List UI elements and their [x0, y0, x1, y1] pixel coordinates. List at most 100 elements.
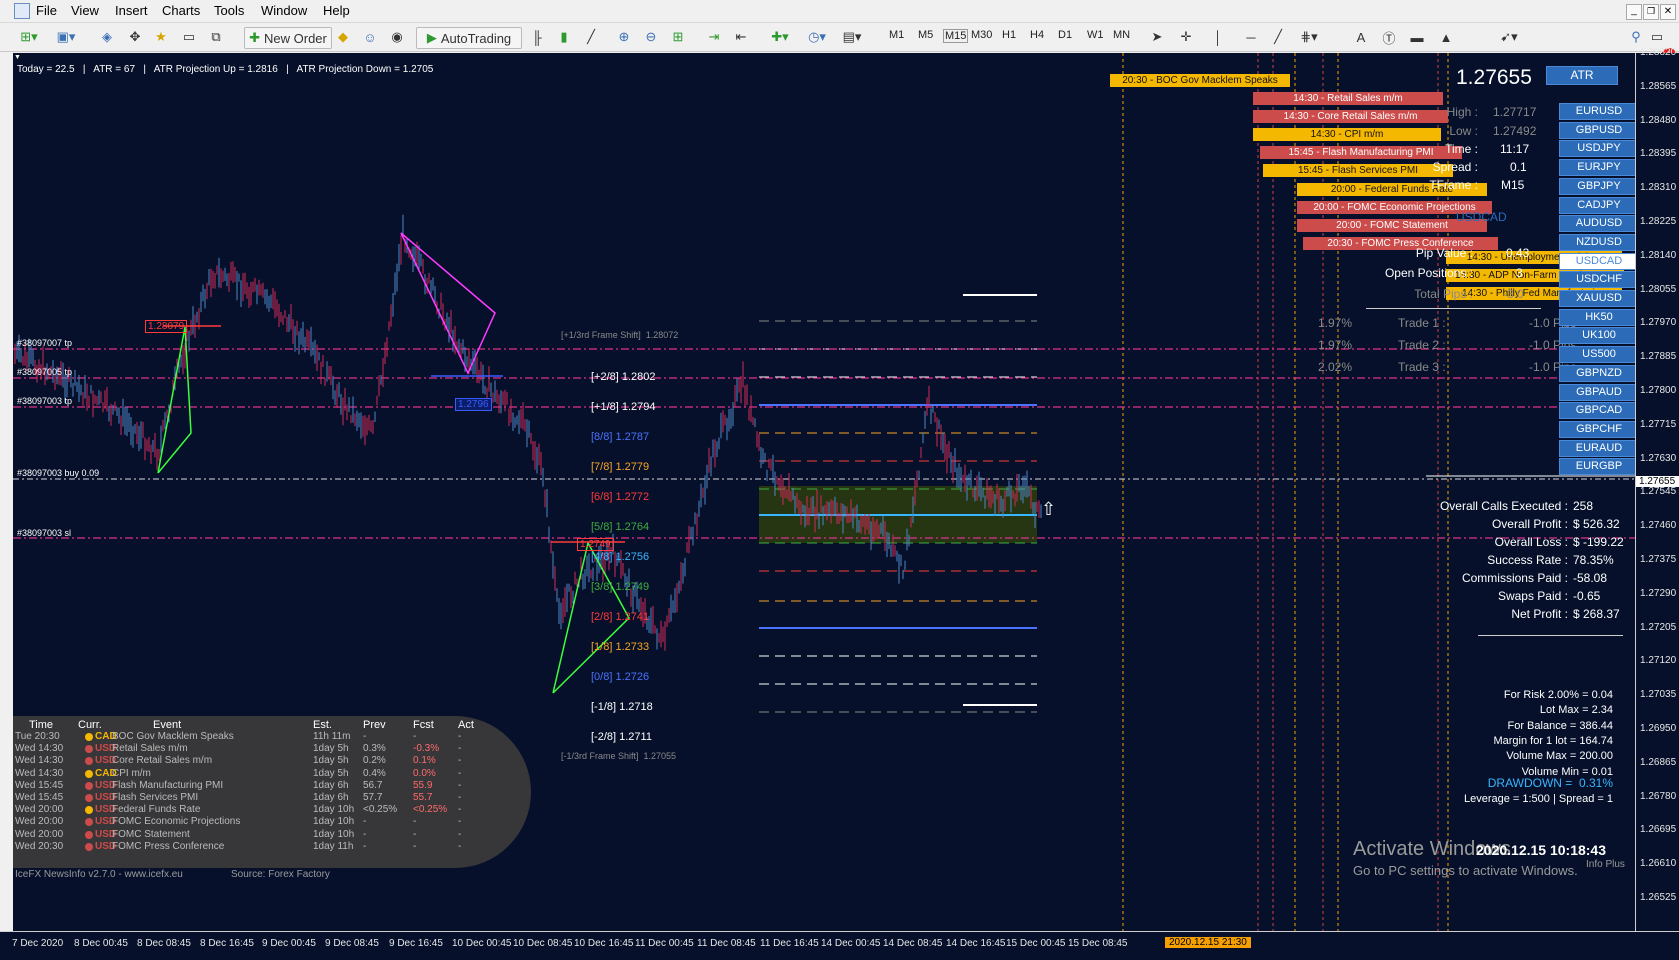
price-axis-label: 1.27205 [1640, 621, 1677, 633]
symbol-button[interactable]: GBPNZD [1559, 364, 1635, 382]
timeframe-m30[interactable]: M30 [971, 29, 992, 41]
symbol-button[interactable]: USDCAD [1559, 252, 1635, 270]
time-axis-label: 9 Dec 08:45 [325, 938, 379, 949]
symbol-button[interactable]: USDCHF [1559, 271, 1635, 289]
news-column-header: Act [458, 719, 474, 731]
timeframe-mn[interactable]: MN [1113, 29, 1130, 41]
timeframe-w1[interactable]: W1 [1087, 29, 1104, 41]
symbol-button[interactable]: HK50 [1559, 308, 1635, 326]
timeframe-h1[interactable]: H1 [1002, 29, 1016, 41]
horizontal-line-icon[interactable]: ─ [1242, 27, 1260, 47]
vertical-line-icon[interactable]: │ [1212, 27, 1224, 47]
symbol-button[interactable]: UK100 [1559, 327, 1635, 345]
cursor-icon[interactable]: ➤ [1148, 27, 1166, 47]
text-label-icon[interactable]: Ⓣ [1381, 27, 1397, 47]
new-order-button[interactable]: ✚ New Order [244, 27, 332, 49]
menu-window[interactable]: Window [261, 3, 307, 18]
symbol-button[interactable]: NZDUSD [1559, 233, 1635, 251]
timeframe-m15[interactable]: M15 [943, 29, 969, 43]
frame-shift-down-label: [-1/3rd Frame Shift] 1.27055 [561, 751, 677, 761]
favorites-icon[interactable]: ★ [152, 27, 170, 47]
symbol-button[interactable]: EURJPY [1559, 159, 1635, 177]
chart-area[interactable]: ⇧ Today = 22.5 | ATR = 67 | ATR Projecti… [13, 53, 1635, 931]
trendline-icon[interactable]: ╱ [1269, 27, 1287, 47]
autotrading-button[interactable]: ▶ AutoTrading [416, 27, 522, 49]
minimize-button[interactable]: _ [1626, 4, 1642, 20]
navigator-icon[interactable]: ✥ [126, 27, 144, 47]
time-axis-label: 8 Dec 08:45 [137, 938, 191, 949]
symbol-button[interactable]: GBPAUD [1559, 383, 1635, 401]
news-actual: - [458, 743, 462, 755]
risk-line: Margin for 1 lot = 164.74 [1493, 734, 1613, 747]
search-icon[interactable]: ⚲ [1628, 27, 1644, 47]
timeframe-m1[interactable]: M1 [889, 29, 904, 41]
arrow-up-icon[interactable]: ▲ [1437, 27, 1455, 47]
tester-icon[interactable]: ⧉ [207, 27, 225, 47]
risk-line: For Risk 2.00% = 0.04 [1503, 689, 1613, 701]
bar-chart-icon[interactable]: ╟ [528, 27, 546, 47]
profiles-icon[interactable]: ▣▾ [52, 27, 80, 47]
symbol-button[interactable]: EURUSD [1559, 103, 1635, 120]
menu-insert[interactable]: Insert [115, 3, 148, 18]
people-icon[interactable]: ☺ [361, 27, 379, 47]
new-chart-icon[interactable]: ⊞▾ [14, 27, 44, 47]
templates-icon[interactable]: ▤▾ [838, 27, 866, 47]
news-forecast: - [413, 828, 417, 840]
news-row: Wed 20:00 USD Federal Funds Rate 1day 10h <0… [13, 804, 513, 816]
auto-scroll-icon[interactable]: ⇥ [705, 27, 723, 47]
chart-shift-icon[interactable]: ⇤ [732, 27, 750, 47]
news-prev: 0.4% [363, 767, 386, 779]
symbol-button[interactable]: GBPCHF [1559, 420, 1635, 438]
news-column-header: Prev [363, 719, 386, 731]
time-axis-label: 10 Dec 08:45 [513, 938, 573, 949]
symbol-button[interactable]: GBPCAD [1559, 402, 1635, 420]
metaeditor-icon[interactable]: ◆ [334, 27, 352, 47]
periods-icon[interactable]: ◷▾ [803, 27, 831, 47]
stat-label: Success Rate : [1487, 553, 1568, 567]
news-impact-dot [85, 794, 93, 802]
menu-file[interactable]: File [36, 3, 57, 18]
menu-charts[interactable]: Charts [162, 3, 200, 18]
market-watch-icon[interactable]: ◈ [98, 27, 116, 47]
timeframe-d1[interactable]: D1 [1058, 29, 1072, 41]
indicators-icon[interactable]: ✚▾ [766, 27, 794, 47]
fibonacci-icon[interactable]: ⋕▾ [1297, 27, 1321, 47]
tile-windows-icon[interactable]: ⊞ [669, 27, 687, 47]
symbol-button[interactable]: AUDUSD [1559, 215, 1635, 233]
time-axis-label: 10 Dec 00:45 [452, 938, 512, 949]
symbol-button[interactable]: EURGBP [1559, 458, 1635, 476]
symbol-button[interactable]: US500 [1559, 346, 1635, 364]
symbol-button[interactable]: XAUUSD [1559, 290, 1635, 307]
timeframe-value: M15 [1501, 178, 1525, 192]
news-footer-right: Source: Forex Factory [231, 869, 330, 880]
timeframe-m5[interactable]: M5 [918, 29, 933, 41]
candlestick-icon[interactable]: ▮ [555, 27, 573, 47]
zoom-out-icon[interactable]: ⊖ [642, 27, 660, 47]
symbol-button[interactable]: GBPUSD [1559, 121, 1635, 139]
rectangle-icon[interactable]: ▬ [1408, 27, 1426, 47]
restore-button[interactable]: ❐ [1643, 4, 1659, 20]
symbol-button[interactable]: CADJPY [1559, 196, 1635, 214]
stat-value: -58.08 [1573, 571, 1608, 585]
symbol-button[interactable]: USDJPY [1559, 140, 1635, 158]
crosshair-icon[interactable]: ✛ [1177, 27, 1195, 47]
messages-icon[interactable]: ▭ [1650, 27, 1664, 47]
signals-icon[interactable]: ◉ [388, 27, 406, 47]
shapes-icon[interactable]: ➹▾ [1495, 27, 1523, 47]
menu-help[interactable]: Help [323, 3, 350, 18]
symbol-button[interactable]: GBPJPY [1559, 177, 1635, 195]
terminal-icon[interactable]: ▭ [180, 27, 198, 47]
timeframe-h4[interactable]: H4 [1030, 29, 1044, 41]
stat-label: Swaps Paid : [1497, 589, 1568, 603]
server-datetime: 2020.12.15 10:18:43 [1476, 842, 1606, 858]
close-button[interactable]: ✕ [1660, 4, 1676, 20]
zoom-in-icon[interactable]: ⊕ [615, 27, 633, 47]
menu-view[interactable]: View [71, 3, 99, 18]
menu-tools[interactable]: Tools [214, 3, 244, 18]
time-axis-label: 14 Dec 08:45 [883, 938, 943, 949]
symbol-button[interactable]: EURAUD [1559, 439, 1635, 457]
atr-button[interactable]: ATR [1546, 66, 1618, 85]
text-icon[interactable]: A [1354, 27, 1368, 47]
line-chart-icon[interactable]: ╱ [582, 27, 600, 47]
news-impact-dot [85, 745, 93, 754]
